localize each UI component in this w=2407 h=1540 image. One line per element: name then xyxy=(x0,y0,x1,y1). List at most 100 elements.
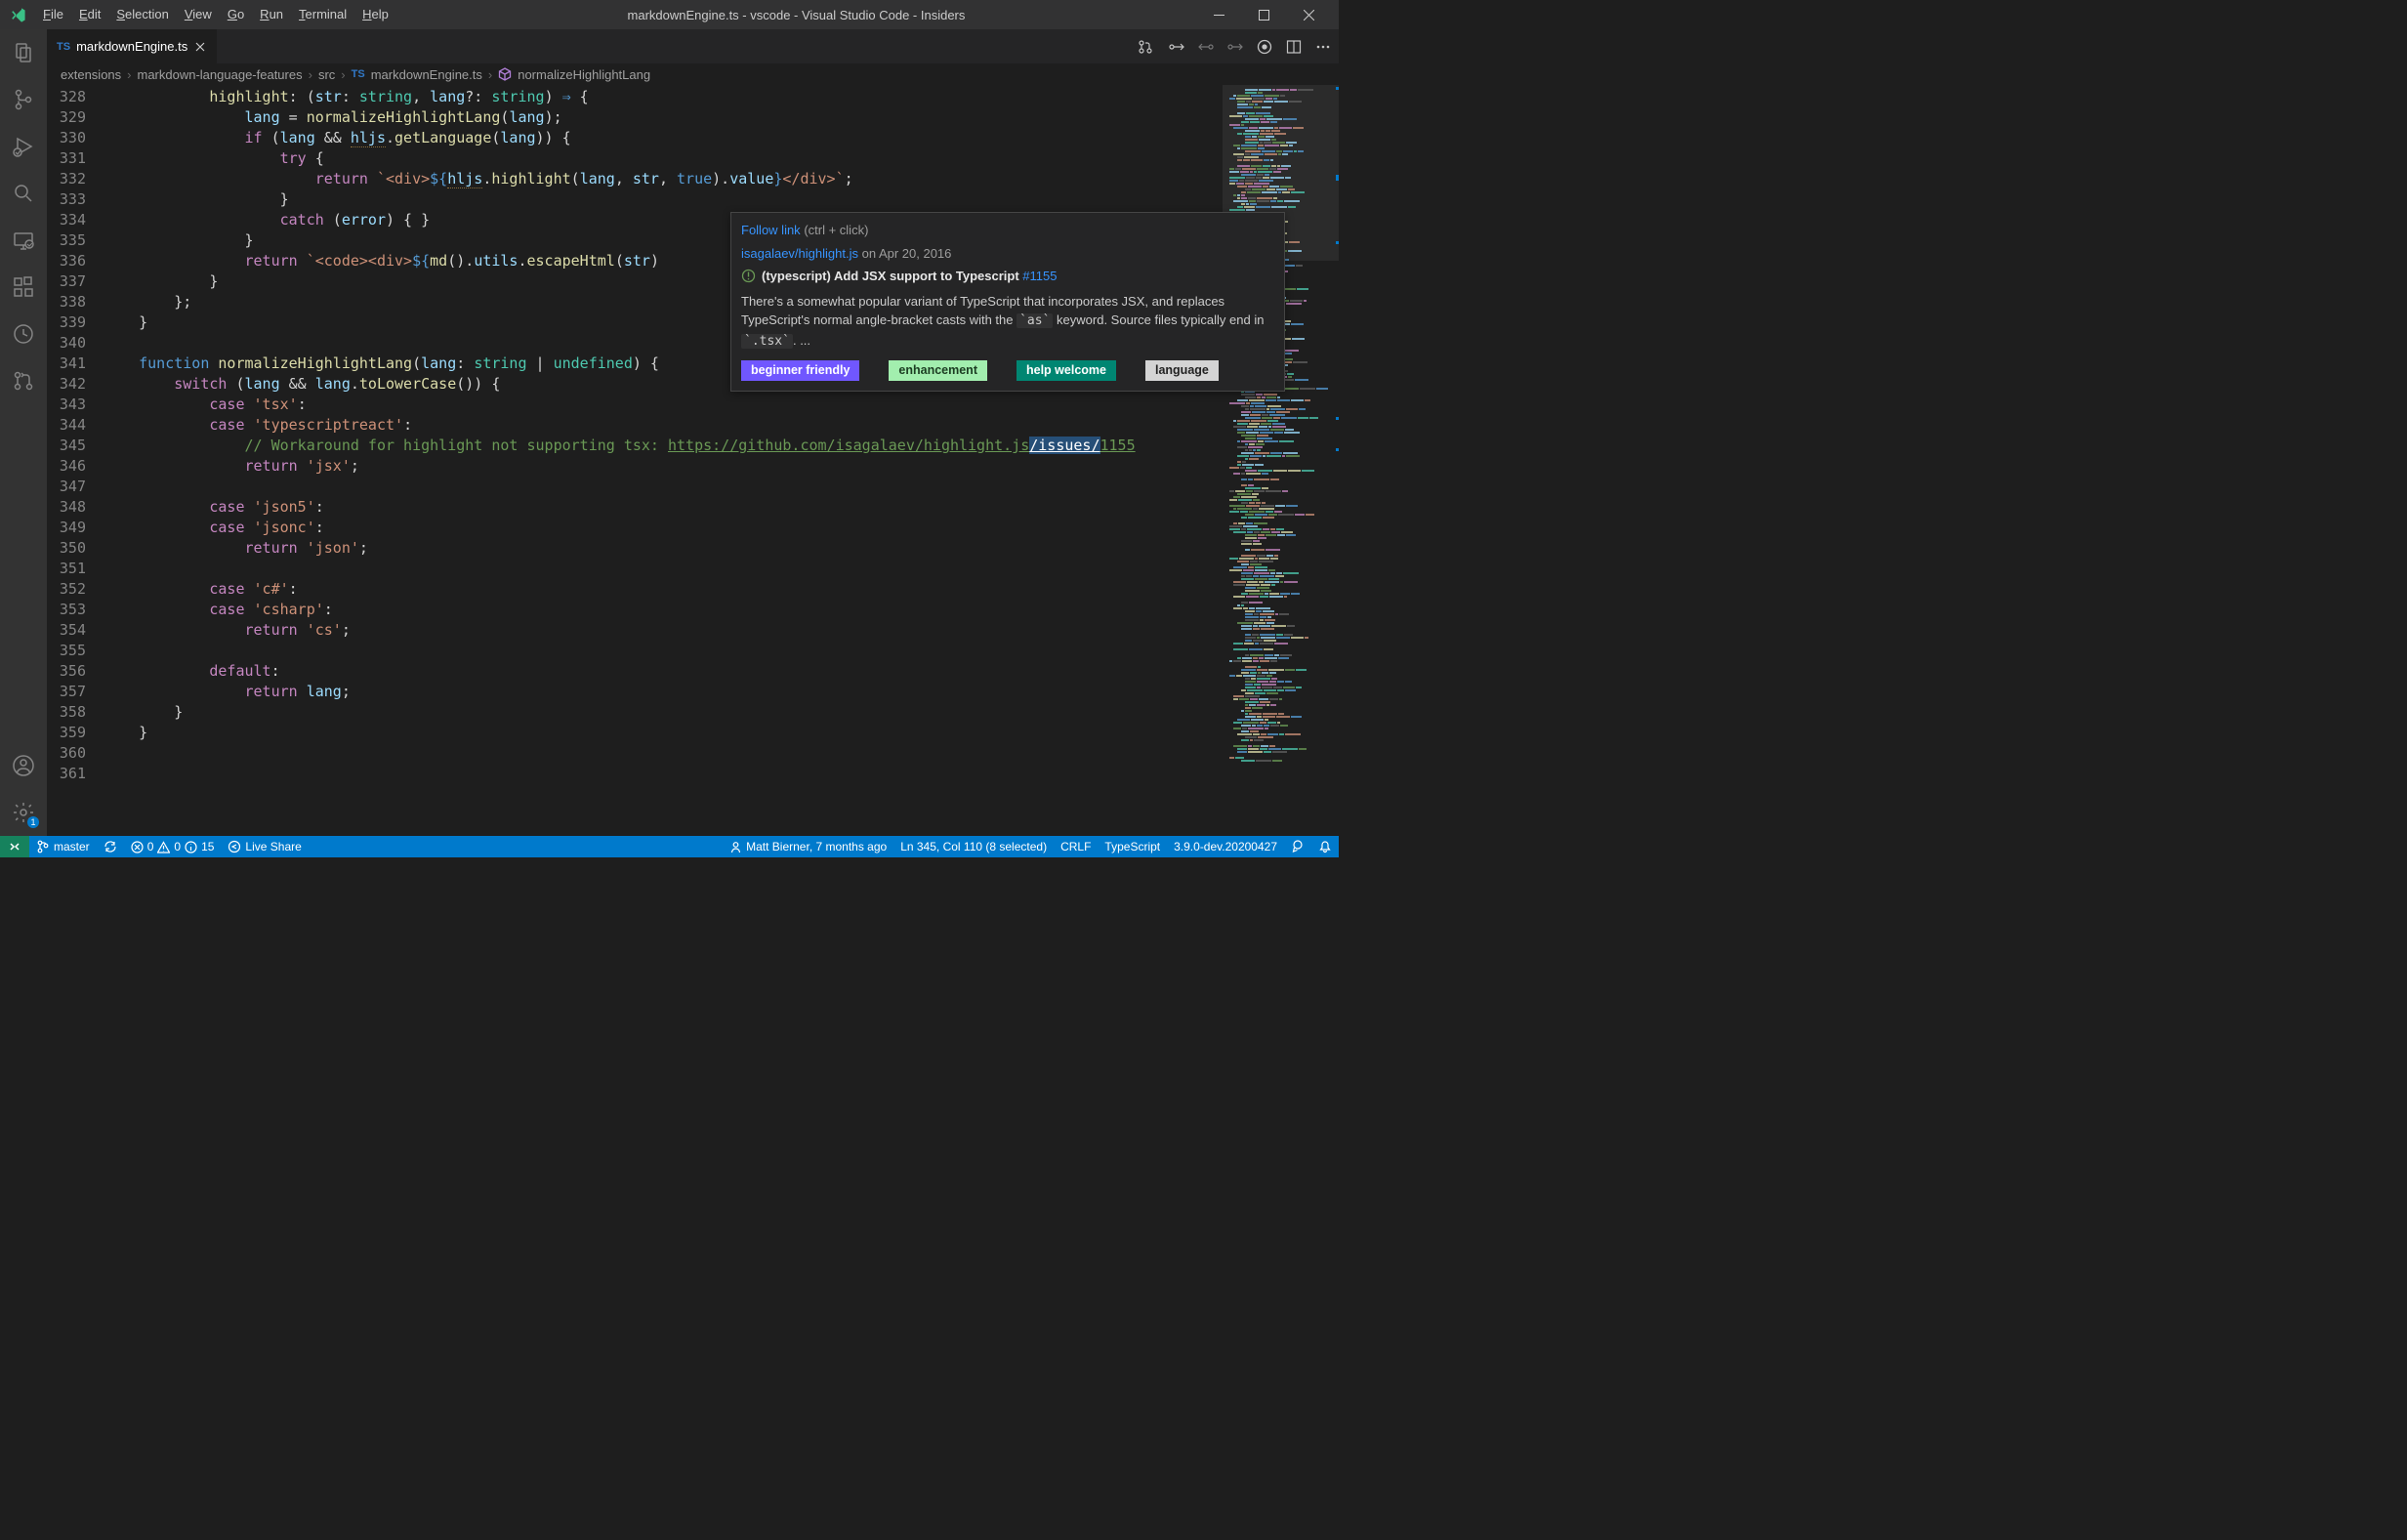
feedback-icon[interactable] xyxy=(1284,836,1311,857)
issue-title-prefix: (typescript) xyxy=(762,269,831,283)
breadcrumb-file[interactable]: markdownEngine.ts xyxy=(371,67,482,82)
minimap-marker xyxy=(1336,178,1339,181)
search-icon[interactable] xyxy=(0,170,47,217)
menu-selection[interactable]: Selection xyxy=(108,0,176,29)
cursor-position[interactable]: Ln 345, Col 110 (8 selected) xyxy=(893,836,1054,857)
branch-name: master xyxy=(54,836,90,857)
editor-actions xyxy=(1138,29,1339,63)
minimap[interactable] xyxy=(1222,85,1339,836)
issue-title-text: Add JSX support to Typescript xyxy=(834,269,1019,283)
minimap-marker xyxy=(1336,87,1339,90)
repo-link[interactable]: isagalaev/highlight.js xyxy=(741,246,858,261)
issue-label: help welcome xyxy=(1017,360,1116,381)
errors-count: 0 xyxy=(147,836,154,857)
editor-tabs: TS markdownEngine.ts xyxy=(47,29,1339,63)
settings-gear-icon[interactable]: 1 xyxy=(0,789,47,836)
typescript-file-icon: TS xyxy=(352,68,365,80)
issue-title: (typescript) Add JSX support to Typescri… xyxy=(741,267,1274,286)
live-share[interactable]: Live Share xyxy=(221,836,308,857)
nav-prev-icon[interactable] xyxy=(1198,41,1214,53)
git-blame[interactable]: Matt Bierner, 7 months ago xyxy=(723,836,893,857)
window-title: markdownEngine.ts - vscode - Visual Stud… xyxy=(396,8,1196,22)
notifications-icon[interactable] xyxy=(1311,836,1339,857)
tab-close-icon[interactable] xyxy=(193,40,207,54)
compare-changes-icon[interactable] xyxy=(1138,39,1153,55)
issue-label: beginner friendly xyxy=(741,360,859,381)
issue-number[interactable]: #1155 xyxy=(1022,269,1057,283)
breadcrumb-part[interactable]: extensions xyxy=(61,67,121,82)
explorer-icon[interactable] xyxy=(0,29,47,76)
liveshare-label: Live Share xyxy=(245,836,301,857)
editor-area: TS markdownEngine.ts extensions › markdo… xyxy=(47,29,1339,836)
body-code: `as` xyxy=(1017,313,1053,328)
blame-text: Matt Bierner, 7 months ago xyxy=(746,836,887,857)
remote-explorer-icon[interactable] xyxy=(0,217,47,264)
menu-help[interactable]: Help xyxy=(354,0,396,29)
accounts-icon[interactable] xyxy=(0,742,47,789)
chevron-right-icon: › xyxy=(309,67,312,82)
tab-markdownengine[interactable]: TS markdownEngine.ts xyxy=(47,29,218,63)
activity-bar: 1 xyxy=(0,29,47,836)
follow-link[interactable]: Follow link xyxy=(741,223,801,237)
eol-indicator[interactable]: CRLF xyxy=(1054,836,1098,857)
vscode-insiders-logo-icon xyxy=(8,5,27,24)
problems-indicator[interactable]: 0 0 15 xyxy=(124,836,222,857)
menu-file[interactable]: File xyxy=(35,0,71,29)
chevron-right-icon: › xyxy=(341,67,345,82)
titlebar: FileEditSelectionViewGoRunTerminalHelp m… xyxy=(0,0,1339,29)
body-code: `.tsx` xyxy=(741,334,793,349)
hover-follow-link: Follow link (ctrl + click) xyxy=(741,221,1274,240)
ts-version[interactable]: 3.9.0-dev.20200427 xyxy=(1167,836,1284,857)
chevron-right-icon: › xyxy=(127,67,131,82)
method-icon xyxy=(498,67,512,81)
code-content[interactable]: highlight: (str: string, lang?: string) … xyxy=(104,85,1222,836)
warnings-count: 0 xyxy=(174,836,181,857)
menu-run[interactable]: Run xyxy=(252,0,291,29)
body-text: keyword. Source files typically end in xyxy=(1053,312,1264,327)
breadcrumb-symbol[interactable]: normalizeHighlightLang xyxy=(518,67,650,82)
minimap-content xyxy=(1228,89,1333,763)
github-pr-icon[interactable] xyxy=(0,357,47,404)
sync-button[interactable] xyxy=(97,836,124,857)
minimap-marker xyxy=(1336,448,1339,451)
minimize-button[interactable] xyxy=(1196,0,1241,29)
git-branch[interactable]: master xyxy=(29,836,97,857)
split-editor-icon[interactable] xyxy=(1286,39,1302,55)
nav-next-icon[interactable] xyxy=(1227,41,1243,53)
follow-link-hint: (ctrl + click) xyxy=(804,223,868,237)
more-actions-icon[interactable] xyxy=(1315,39,1331,55)
nav-back-icon[interactable] xyxy=(1167,40,1184,54)
typescript-file-icon: TS xyxy=(57,41,70,53)
settings-badge: 1 xyxy=(27,816,39,828)
breadcrumbs[interactable]: extensions › markdown-language-features … xyxy=(47,63,1339,85)
issue-body: There's a somewhat popular variant of Ty… xyxy=(741,292,1274,352)
source-control-icon[interactable] xyxy=(0,76,47,123)
tab-label: markdownEngine.ts xyxy=(76,39,187,54)
menu-view[interactable]: View xyxy=(177,0,220,29)
issue-label: language xyxy=(1145,360,1219,381)
minimap-marker xyxy=(1336,241,1339,244)
breadcrumb-part[interactable]: markdown-language-features xyxy=(138,67,303,82)
language-mode[interactable]: TypeScript xyxy=(1098,836,1167,857)
menu-go[interactable]: Go xyxy=(220,0,252,29)
remote-indicator[interactable] xyxy=(0,836,29,857)
issue-labels: beginner friendly enhancement help welcome… xyxy=(741,360,1274,381)
menu-terminal[interactable]: Terminal xyxy=(291,0,354,29)
issue-label: enhancement xyxy=(889,360,987,381)
close-button[interactable] xyxy=(1286,0,1331,29)
body-text: . ... xyxy=(793,333,810,348)
minimap-marker xyxy=(1336,417,1339,420)
code-editor[interactable]: 3283293303313323333343353363373383393403… xyxy=(47,85,1339,836)
info-count: 15 xyxy=(201,836,214,857)
issue-open-icon xyxy=(741,269,756,283)
hover-source: isagalaev/highlight.js on Apr 20, 2016 xyxy=(741,244,1274,264)
breadcrumb-part[interactable]: src xyxy=(318,67,335,82)
status-bar: master 0 0 15 Live Share Matt Bierner, 7… xyxy=(0,836,1339,857)
extensions-icon[interactable] xyxy=(0,264,47,311)
maximize-button[interactable] xyxy=(1241,0,1286,29)
timeline-icon[interactable] xyxy=(0,311,47,357)
toggle-aux-icon[interactable] xyxy=(1257,39,1272,55)
run-debug-icon[interactable] xyxy=(0,123,47,170)
line-number-gutter: 3283293303313323333343353363373383393403… xyxy=(47,85,104,836)
menu-edit[interactable]: Edit xyxy=(71,0,108,29)
